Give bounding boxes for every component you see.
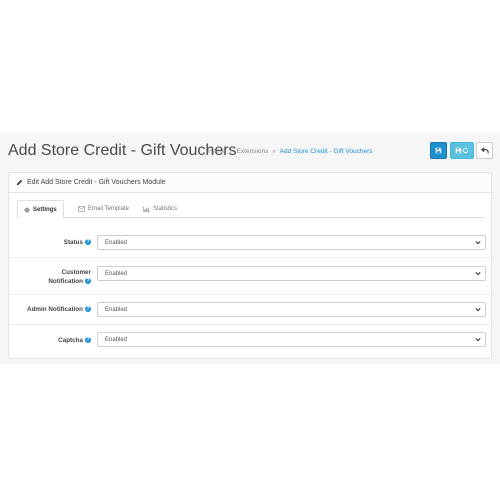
captcha-label: Captcha?	[58, 336, 91, 345]
form-row-admin-notification: Admin Notification? Enabled	[9, 295, 491, 325]
question-circle-icon[interactable]: ?	[85, 278, 91, 285]
save-and-stay-icon	[455, 147, 469, 154]
customer-notification-label-line1: Customer	[61, 269, 91, 276]
screenshot-canvas: Add Store Credit - Gift Vouchers Home » …	[0, 0, 500, 500]
question-circle-icon[interactable]: ?	[85, 239, 91, 246]
pencil-icon	[16, 179, 23, 186]
chevron-down-icon	[475, 240, 481, 245]
customer-notification-label: Customer Notification?	[48, 268, 91, 286]
tab-statistics[interactable]: Statistics	[137, 200, 183, 218]
customer-notification-select-value: Enabled	[105, 270, 128, 277]
chevron-down-icon	[475, 307, 481, 312]
captcha-select[interactable]: Enabled	[97, 332, 486, 347]
admin-notification-select-value: Enabled	[105, 306, 128, 313]
admin-notification-label-text: Admin Notification	[27, 306, 83, 313]
question-circle-icon[interactable]: ?	[85, 306, 91, 313]
breadcrumb: Home » Extensions » Add Store Credit - G…	[208, 148, 373, 155]
module-panel: Edit Add Store Credit - Gift Vouchers Mo…	[8, 172, 492, 359]
gear-icon	[24, 207, 30, 213]
tab-bar: Settings Email Template Statistics	[17, 200, 485, 219]
status-label-text: Status	[63, 239, 83, 246]
question-circle-icon[interactable]: ?	[85, 337, 91, 344]
breadcrumb-separator: »	[229, 148, 233, 155]
form-row-customer-notification: Customer Notification? Enabled	[9, 258, 491, 295]
breadcrumb-extensions[interactable]: Extensions	[237, 148, 269, 155]
panel-heading: Edit Add Store Credit - Gift Vouchers Mo…	[9, 173, 491, 193]
admin-notification-select[interactable]: Enabled	[97, 302, 486, 317]
save-button[interactable]	[430, 142, 447, 159]
panel-heading-text: Edit Add Store Credit - Gift Vouchers Mo…	[27, 179, 166, 186]
save-icon	[435, 147, 442, 154]
chevron-down-icon	[475, 271, 481, 276]
breadcrumb-separator: »	[272, 148, 276, 155]
form-row-captcha: Captcha? Enabled	[9, 325, 491, 356]
breadcrumb-home[interactable]: Home	[208, 148, 225, 155]
admin-notification-label: Admin Notification?	[27, 305, 91, 314]
tab-email-template[interactable]: Email Template	[72, 200, 135, 218]
back-button[interactable]	[476, 142, 493, 159]
status-select[interactable]: Enabled	[97, 235, 486, 250]
tab-settings[interactable]: Settings	[17, 200, 64, 219]
tab-label: Settings	[33, 206, 57, 213]
envelope-icon	[78, 206, 85, 212]
captcha-label-text: Captcha	[58, 337, 83, 344]
tab-label: Statistics	[153, 206, 178, 212]
chevron-down-icon	[475, 337, 481, 342]
customer-notification-select[interactable]: Enabled	[97, 266, 486, 281]
captcha-select-value: Enabled	[105, 336, 128, 343]
save-and-stay-button[interactable]	[450, 142, 474, 159]
status-label: Status?	[64, 238, 91, 247]
tab-label: Email Template	[88, 206, 129, 212]
form-row-status: Status? Enabled	[9, 227, 491, 258]
back-arrow-icon	[480, 147, 489, 154]
breadcrumb-current[interactable]: Add Store Credit - Gift Vouchers	[280, 148, 373, 155]
bar-chart-icon	[143, 206, 150, 212]
status-select-value: Enabled	[105, 239, 128, 246]
customer-notification-label-line2: Notification	[48, 278, 83, 285]
page-title: Add Store Credit - Gift Vouchers	[8, 142, 237, 159]
